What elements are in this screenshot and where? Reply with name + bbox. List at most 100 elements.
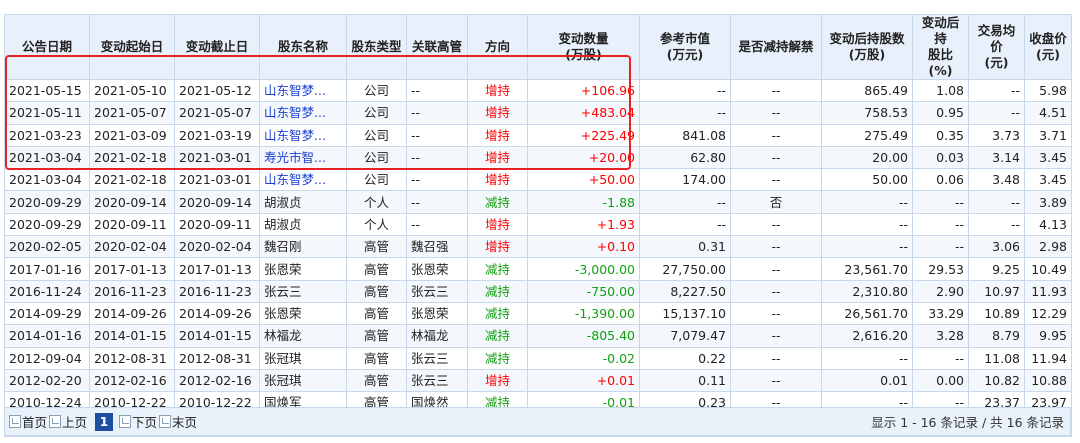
cell-avg-price: 10.82 (968, 368, 1025, 393)
cell-direction: 减持 (467, 257, 528, 281)
cell-avg-price: 10.89 (968, 301, 1025, 326)
cell-unlock-reduce: -- (730, 368, 822, 393)
last-page-button[interactable]: 末页 (159, 412, 197, 431)
cell-close-price: 2.98 (1024, 235, 1072, 259)
cell-unlock-reduce: -- (730, 279, 822, 303)
cell-unlock-reduce: -- (730, 346, 822, 370)
cell-announce-date: 2020-02-05 (4, 235, 90, 259)
cell-direction: 减持 (467, 190, 528, 214)
cell-holder-name[interactable]: 山东智梦... (259, 168, 347, 192)
cell-ref-value: 8,227.50 (639, 279, 731, 303)
col-unlock-reduce[interactable]: 是否减持解禁 (730, 14, 822, 80)
cell-direction: 增持 (467, 145, 528, 170)
cell-change-qty: +483.04 (527, 101, 640, 125)
cell-change-end: 2021-05-12 (174, 78, 260, 103)
cell-related-exec: -- (406, 190, 468, 214)
cell-holder-name[interactable]: 山东智梦... (259, 78, 347, 103)
cell-unlock-reduce: 否 (730, 190, 822, 214)
cell-change-start: 2012-02-16 (89, 368, 175, 393)
cell-close-price: 5.98 (1024, 78, 1072, 103)
cell-close-price: 10.49 (1024, 257, 1072, 281)
last-page-label: 末页 (172, 415, 198, 430)
cell-ref-value: 15,137.10 (639, 301, 731, 326)
cell-direction: 增持 (467, 101, 528, 125)
col-change-start[interactable]: 变动起始日 (89, 14, 175, 80)
cell-holder-name[interactable]: 山东智梦... (259, 123, 347, 147)
cell-direction: 增持 (467, 368, 528, 393)
cell-avg-price: 8.79 (968, 324, 1025, 348)
cell-shares-after: 50.00 (821, 168, 913, 192)
cell-change-end: 2012-08-31 (174, 346, 260, 370)
cell-holder-name: 林福龙 (259, 324, 347, 348)
col-holder-name[interactable]: 股东名称 (259, 14, 347, 80)
cell-change-start: 2021-05-07 (89, 101, 175, 125)
cell-ratio-after: -- (912, 212, 969, 237)
first-page-button[interactable]: 首页 (9, 412, 47, 431)
cell-direction: 增持 (467, 212, 528, 237)
cell-direction: 增持 (467, 78, 528, 103)
col-ref-value[interactable]: 参考市值 (万元) (639, 14, 731, 80)
cell-change-start: 2020-02-04 (89, 235, 175, 259)
cell-change-end: 2021-03-19 (174, 123, 260, 147)
cell-unlock-reduce: -- (730, 78, 822, 103)
cell-change-start: 2012-08-31 (89, 346, 175, 370)
cell-holder-name: 张恩荣 (259, 257, 347, 281)
cell-ref-value: 0.22 (639, 346, 731, 370)
cell-ratio-after: 2.90 (912, 279, 969, 303)
cell-ref-value: 174.00 (639, 168, 731, 192)
cell-ref-value: 7,079.47 (639, 324, 731, 348)
col-holder-type[interactable]: 股东类型 (346, 14, 407, 80)
table-row: 2014-01-16 2014-01-15 2014-01-15 林福龙 高管 林福龙 减持… (4, 324, 1072, 348)
col-close-price[interactable]: 收盘价 (元) (1024, 14, 1072, 80)
cell-shares-after: -- (821, 346, 913, 370)
cell-direction: 减持 (467, 279, 528, 303)
cell-direction: 减持 (467, 324, 528, 348)
table-row: 2021-05-11 2021-05-07 2021-05-07 山东智梦... 公司 -… (4, 101, 1072, 125)
col-ratio-after[interactable]: 变动后持 股比(%) (912, 14, 969, 80)
cell-related-exec: 张云三 (406, 368, 468, 393)
cell-holder-name: 胡淑贞 (259, 190, 347, 214)
cell-holder-type: 公司 (346, 78, 407, 103)
col-related-exec[interactable]: 关联高管 (406, 14, 468, 80)
cell-ref-value: 0.31 (639, 235, 731, 259)
col-shares-after[interactable]: 变动后持股数 (万股) (821, 14, 913, 80)
table-row: 2012-02-20 2012-02-16 2012-02-16 张冠琪 高管 张云三 增持… (4, 368, 1072, 393)
next-page-button[interactable]: 下页 (119, 412, 157, 431)
cell-avg-price: 10.97 (968, 279, 1025, 303)
page-number-current[interactable]: 1 (95, 412, 114, 431)
cell-holder-name: 张恩荣 (259, 301, 347, 326)
col-direction[interactable]: 方向 (467, 14, 528, 80)
cell-ratio-after: 0.00 (912, 368, 969, 393)
cell-holder-name: 胡淑贞 (259, 212, 347, 237)
cell-shares-after: 758.53 (821, 101, 913, 125)
col-avg-price[interactable]: 交易均价 (元) (968, 14, 1025, 80)
cell-holder-name[interactable]: 山东智梦... (259, 101, 347, 125)
cell-direction: 增持 (467, 235, 528, 259)
cell-announce-date: 2021-03-04 (4, 168, 90, 192)
cell-announce-date: 2020-09-29 (4, 190, 90, 214)
cell-change-start: 2017-01-13 (89, 257, 175, 281)
cell-direction: 增持 (467, 123, 528, 147)
cell-holder-type: 公司 (346, 145, 407, 170)
table-header-row: 公告日期 变动起始日 变动截止日 股东名称 股东类型 关联高管 方向 变动数量 … (4, 14, 1072, 80)
cell-close-price: 10.88 (1024, 368, 1072, 393)
cell-change-end: 2012-02-16 (174, 368, 260, 393)
cell-avg-price: -- (968, 212, 1025, 237)
cell-unlock-reduce: -- (730, 101, 822, 125)
col-change-end[interactable]: 变动截止日 (174, 14, 260, 80)
cell-related-exec: -- (406, 78, 468, 103)
col-announce-date[interactable]: 公告日期 (4, 14, 90, 80)
cell-direction: 减持 (467, 346, 528, 370)
cell-change-qty: -0.02 (527, 346, 640, 370)
cell-change-end: 2020-09-11 (174, 212, 260, 237)
col-change-qty[interactable]: 变动数量 (万股) (527, 14, 640, 80)
cell-change-start: 2014-09-26 (89, 301, 175, 326)
cell-announce-date: 2017-01-16 (4, 257, 90, 281)
cell-ratio-after: -- (912, 235, 969, 259)
cell-related-exec: -- (406, 123, 468, 147)
cell-holder-name[interactable]: 寿光市智... (259, 145, 347, 170)
prev-page-button[interactable]: 上页 (49, 412, 87, 431)
cell-holder-type: 高管 (346, 368, 407, 393)
prev-page-icon (49, 415, 62, 428)
cell-close-price: 12.29 (1024, 301, 1072, 326)
